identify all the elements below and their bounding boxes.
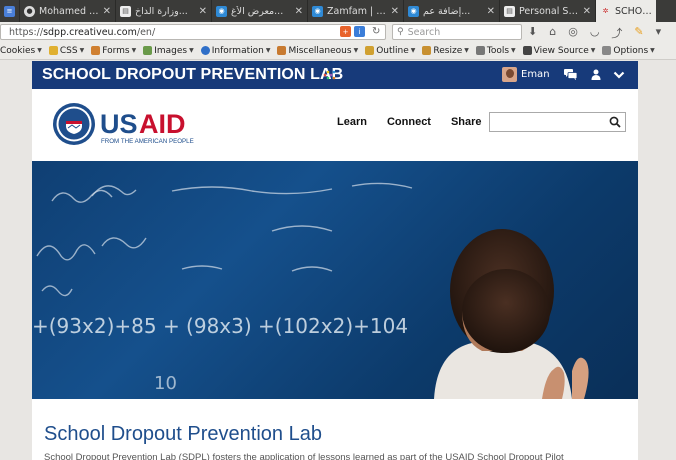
close-icon[interactable]: ✕ [103, 6, 111, 17]
overflow-icon[interactable]: ▾ [656, 25, 662, 41]
nav-toolbar-icons: ⬇ ⌂ ◎ ◡ ⤴ ✎ ▾ [528, 25, 661, 41]
tab-title: Personal Sit... [519, 5, 580, 17]
intro-title: School Dropout Prevention Lab [44, 423, 322, 445]
close-icon[interactable]: ✕ [295, 6, 303, 17]
search-icon[interactable] [609, 116, 621, 128]
url-path: /en/ [136, 26, 156, 38]
tab-title: معرض الأغ... [231, 5, 284, 17]
tab-personal-site[interactable]: ▤ Personal Sit... ✕ [500, 0, 596, 22]
pocket-icon[interactable]: ◡ [590, 25, 600, 41]
tab-title: Mohamed Elsa... [39, 5, 100, 17]
tab-docs[interactable]: ≡ [0, 0, 20, 22]
user-icon[interactable] [591, 69, 601, 80]
profile-icon: ● [24, 5, 35, 17]
url-scheme: https:// [9, 26, 44, 38]
devtool-outline[interactable]: Outline ▼ [365, 46, 415, 56]
search-icon: ⚲ [397, 27, 404, 37]
browser-tab-strip: ≡ ● Mohamed Elsa... ✕ ▤ وزارة الداخ... ✕… [0, 0, 676, 22]
svg-text:FROM THE AMERICAN PEOPLE: FROM THE AMERICAN PEOPLE [101, 138, 194, 145]
url-bar[interactable]: https://sdpp.creativeu.com/en/ [0, 24, 386, 40]
avatar[interactable] [502, 67, 517, 82]
nav-share[interactable]: Share [451, 116, 482, 128]
tab-zamfam[interactable]: ◉ Zamfam | م... ✕ [308, 0, 404, 22]
site-nav: Learn Connect Share [337, 116, 502, 128]
devtool-tools[interactable]: Tools ▼ [475, 46, 516, 56]
close-icon[interactable]: ✕ [487, 6, 495, 17]
svg-text:US: US [100, 109, 138, 139]
download-icon[interactable]: ⬇ [528, 25, 537, 41]
page-icon: ▤ [120, 5, 131, 17]
info-icon[interactable]: i [354, 26, 365, 37]
home-icon[interactable]: ⌂ [549, 25, 556, 41]
form-icon [91, 46, 101, 55]
pencil-icon [48, 46, 58, 55]
tab-title: وزارة الداخ... [135, 5, 188, 17]
devtool-css[interactable]: CSS ▼ [48, 46, 84, 56]
search-placeholder: Search [407, 26, 441, 38]
close-icon[interactable]: ✕ [583, 6, 591, 17]
devtool-options[interactable]: Options ▼ [602, 46, 655, 56]
reload-icon[interactable]: ↻ [372, 26, 380, 37]
web-developer-toolbar: Cookies ▼ CSS ▼ Forms ▼ Images ▼ Information… [0, 42, 676, 60]
url-extension-icons: + i [340, 26, 365, 37]
devtool-view-source[interactable]: View Source ▼ [522, 46, 595, 56]
hero-image: +(93x2)+85 + (98x3) +(102x2)+104 10 [32, 161, 638, 399]
source-icon [522, 46, 532, 55]
zamfam-icon: ◉ [408, 5, 419, 17]
devtool-information[interactable]: Information ▼ [200, 46, 270, 56]
tab-title: Zamfam | م... [327, 5, 388, 17]
close-icon[interactable]: ✕ [199, 6, 207, 17]
nav-connect[interactable]: Connect [387, 116, 431, 128]
zamfam-icon: ◉ [312, 5, 323, 17]
tab-profile[interactable]: ● Mohamed Elsa... ✕ [20, 0, 116, 22]
options-icon [602, 46, 612, 55]
chalkboard-boy-image: +(93x2)+85 + (98x3) +(102x2)+104 10 [32, 182, 589, 399]
browser-search-input[interactable]: ⚲ Search [392, 24, 522, 40]
url-host: sdpp.creativeu.com [43, 26, 137, 38]
sdpl-icon: ✲ [602, 7, 609, 15]
docs-icon: ≡ [4, 5, 15, 17]
sdpl-logo-icon [323, 70, 336, 80]
chat-icon[interactable]: ◎ [568, 25, 578, 41]
tab-title: إضافة عم... [423, 5, 471, 17]
image-icon [143, 46, 153, 55]
site-header: US AID FROM THE AMERICAN PEOPLE Learn Co… [32, 89, 638, 161]
site-top-bar: SCHOOL DROPOUT PREVENTION LAB Eman [32, 61, 638, 89]
plus-icon[interactable]: + [340, 26, 351, 37]
nav-learn[interactable]: Learn [337, 116, 367, 128]
devtool-images[interactable]: Images ▼ [143, 46, 194, 56]
site-search-input[interactable] [489, 112, 626, 132]
svg-text:AID: AID [139, 109, 186, 139]
chat-icon[interactable] [563, 69, 577, 80]
outline-icon [365, 46, 375, 55]
page-icon: ▤ [504, 5, 515, 17]
tools-icon [475, 46, 485, 55]
tab-school-active[interactable]: ✲ SCHOOL [596, 0, 656, 22]
chevron-down-icon[interactable] [613, 70, 625, 80]
tab-title: SCHOOL [615, 5, 652, 17]
devtool-cookies[interactable]: Cookies ▼ [0, 46, 42, 56]
user-area: Eman [502, 67, 625, 82]
tab-gallery[interactable]: ◉ معرض الأغ... ✕ [212, 0, 308, 22]
info-icon [200, 46, 210, 55]
usaid-logo[interactable]: US AID FROM THE AMERICAN PEOPLE [52, 101, 202, 147]
tab-ministry[interactable]: ▤ وزارة الداخ... ✕ [116, 0, 212, 22]
browser-nav-bar: https://sdpp.creativeu.com/en/ + i ↻ ⚲ S… [0, 22, 676, 42]
resize-icon [422, 46, 432, 55]
zamfam-icon: ◉ [216, 5, 227, 17]
misc-icon [277, 46, 287, 55]
close-icon[interactable]: ✕ [391, 6, 399, 17]
chalk-number: 10 [154, 373, 177, 394]
tab-add[interactable]: ◉ إضافة عم... ✕ [404, 0, 500, 22]
devtool-forms[interactable]: Forms ▼ [91, 46, 136, 56]
site-title[interactable]: SCHOOL DROPOUT PREVENTION LAB [42, 66, 343, 84]
extension-icon[interactable]: ✎ [634, 25, 643, 41]
devtool-resize[interactable]: Resize ▼ [422, 46, 469, 56]
chalk-equation: +(93x2)+85 + (98x3) +(102x2)+104 [32, 314, 408, 338]
pin-icon[interactable]: ⤴ [611, 25, 622, 41]
web-page: SCHOOL DROPOUT PREVENTION LAB Eman US AI… [32, 61, 638, 460]
devtool-miscellaneous[interactable]: Miscellaneous ▼ [277, 46, 358, 56]
intro-text: School Dropout Prevention Lab (SDPL) fos… [44, 452, 564, 460]
user-name[interactable]: Eman [521, 69, 550, 80]
